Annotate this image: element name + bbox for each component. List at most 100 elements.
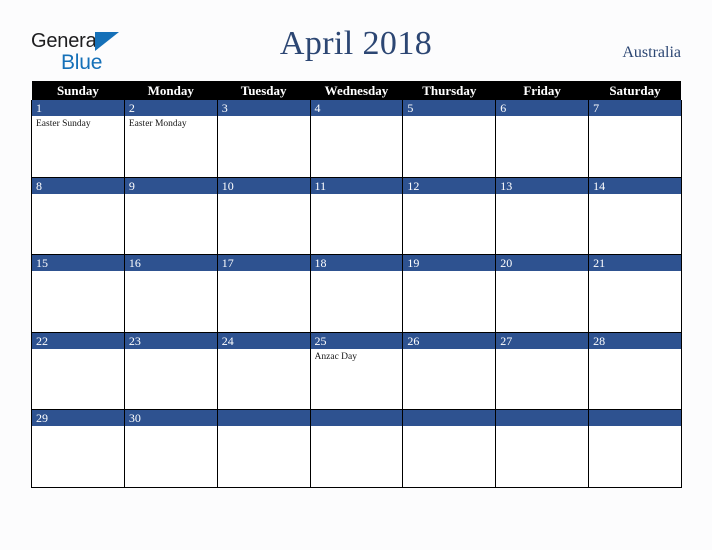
day-events <box>311 426 403 429</box>
calendar-week-row: 8 9 10 11 12 13 14 <box>31 177 682 256</box>
holiday-label: Anzac Day <box>314 351 357 362</box>
calendar-day-cell[interactable]: 12 <box>402 177 497 256</box>
calendar-table: Sunday Monday Tuesday Wednesday Thursday Frid… <box>31 81 682 488</box>
calendar-day-cell[interactable]: 19 <box>402 254 497 333</box>
day-events <box>403 194 495 197</box>
calendar-week-row: 29 30 <box>31 409 682 488</box>
day-events <box>496 349 588 352</box>
day-events <box>403 116 495 119</box>
calendar-day-cell[interactable]: 11 <box>309 177 404 256</box>
day-events <box>589 271 681 274</box>
day-number: 22 <box>32 332 124 349</box>
day-events <box>32 349 124 352</box>
day-events <box>218 194 310 197</box>
day-events <box>403 271 495 274</box>
day-number: 19 <box>403 255 496 272</box>
calendar-day-cell[interactable]: 4 <box>309 100 404 178</box>
calendar-header-row: Sunday Monday Tuesday Wednesday Thursday Frid… <box>31 81 682 100</box>
day-number: 3 <box>217 100 310 116</box>
calendar-day-cell[interactable]: 26 <box>402 332 497 411</box>
calendar-day-cell[interactable]: 6 <box>495 100 590 178</box>
calendar-day-cell[interactable]: 13 <box>495 177 590 256</box>
calendar-day-cell[interactable]: 28 <box>588 332 682 411</box>
day-number: 16 <box>124 255 217 272</box>
day-events <box>403 349 495 352</box>
day-number <box>403 410 496 427</box>
day-number: 1 <box>32 100 124 116</box>
day-events <box>403 426 495 429</box>
day-events <box>311 194 403 197</box>
day-events <box>218 349 310 352</box>
calendar-day-cell[interactable]: 1 Easter Sunday <box>31 100 125 178</box>
calendar-day-cell[interactable]: 7 <box>588 100 682 178</box>
country-label: Australia <box>622 44 681 61</box>
day-events <box>218 271 310 274</box>
calendar-day-cell[interactable]: 9 <box>123 177 218 256</box>
calendar-day-cell[interactable]: 25 Anzac Day <box>309 332 404 411</box>
weekday-header-friday: Friday <box>495 81 589 100</box>
calendar-day-cell[interactable]: 24 <box>216 332 311 411</box>
calendar-day-cell[interactable]: 22 <box>31 332 125 411</box>
day-number: 15 <box>32 255 124 272</box>
day-number: 11 <box>310 177 403 194</box>
day-events <box>32 426 124 429</box>
day-number: 8 <box>32 177 124 194</box>
calendar-day-cell[interactable]: 23 <box>123 332 218 411</box>
calendar-day-cell[interactable]: 2 Easter Monday <box>123 100 218 178</box>
day-number: 6 <box>496 100 589 116</box>
day-events <box>496 116 588 119</box>
day-events: Anzac Day <box>311 349 403 363</box>
day-number: 2 <box>124 100 217 116</box>
day-number: 7 <box>589 100 681 116</box>
calendar-day-cell[interactable]: 5 <box>402 100 497 178</box>
calendar-day-cell[interactable]: 18 <box>309 254 404 333</box>
calendar-day-cell[interactable]: 14 <box>588 177 682 256</box>
calendar-empty-cell <box>588 409 682 488</box>
day-events <box>311 116 403 119</box>
day-events <box>589 426 681 429</box>
day-number: 29 <box>32 410 124 427</box>
day-number: 30 <box>124 410 217 427</box>
calendar-day-cell[interactable]: 15 <box>31 254 125 333</box>
calendar-day-cell[interactable]: 27 <box>495 332 590 411</box>
day-events: Easter Sunday <box>32 116 124 130</box>
weekday-header-monday: Monday <box>124 81 218 100</box>
calendar-day-cell[interactable]: 20 <box>495 254 590 333</box>
day-number: 24 <box>217 332 310 349</box>
calendar-empty-cell <box>216 409 311 488</box>
calendar-body: 1 Easter Sunday 2 Easter Monday 3 4 5 6 7 8 9 10 11 1… <box>31 100 682 488</box>
weekday-header-tuesday: Tuesday <box>217 81 311 100</box>
day-number: 25 <box>310 332 403 349</box>
calendar-week-row: 15 16 17 18 19 20 21 <box>31 254 682 333</box>
calendar-day-cell[interactable]: 8 <box>31 177 125 256</box>
calendar-day-cell[interactable]: 29 <box>31 409 125 488</box>
calendar-day-cell[interactable]: 30 <box>123 409 218 488</box>
day-events <box>32 194 124 197</box>
day-events <box>589 349 681 352</box>
weekday-header-thursday: Thursday <box>402 81 496 100</box>
day-events <box>496 271 588 274</box>
calendar-day-cell[interactable]: 16 <box>123 254 218 333</box>
calendar-week-row: 1 Easter Sunday 2 Easter Monday 3 4 5 6 7 <box>31 100 682 178</box>
calendar-day-cell[interactable]: 10 <box>216 177 311 256</box>
day-number: 17 <box>217 255 310 272</box>
day-number: 21 <box>589 255 681 272</box>
holiday-label: Easter Monday <box>128 119 187 129</box>
calendar-day-cell[interactable]: 3 <box>216 100 311 178</box>
day-number: 28 <box>589 332 681 349</box>
day-events <box>311 271 403 274</box>
calendar-day-cell[interactable]: 21 <box>588 254 682 333</box>
day-number: 12 <box>403 177 496 194</box>
calendar-page: General Blue April 2018 Australia Sunday… <box>0 0 712 550</box>
day-events <box>589 116 681 119</box>
day-number <box>310 410 403 427</box>
day-number: 23 <box>124 332 217 349</box>
day-number: 10 <box>217 177 310 194</box>
day-events <box>496 426 588 429</box>
holiday-label: Easter Sunday <box>36 119 91 129</box>
day-events <box>218 426 310 429</box>
calendar-empty-cell <box>402 409 497 488</box>
calendar-empty-cell <box>309 409 404 488</box>
day-events <box>589 194 681 197</box>
calendar-day-cell[interactable]: 17 <box>216 254 311 333</box>
